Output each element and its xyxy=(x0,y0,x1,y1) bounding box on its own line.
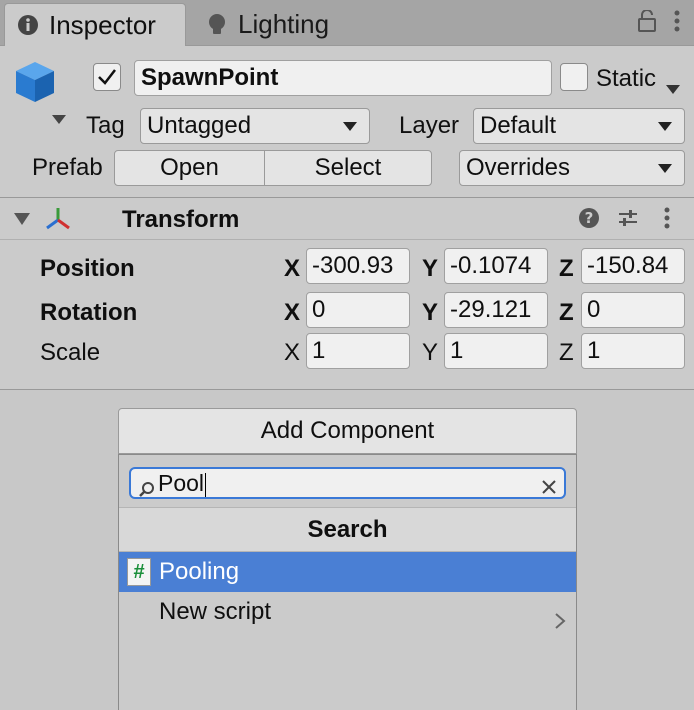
position-y-axis[interactable]: Y xyxy=(422,255,438,283)
tab-inspector[interactable]: Inspector xyxy=(4,3,186,46)
rotation-z-field[interactable]: 0 xyxy=(581,292,685,328)
tag-dropdown[interactable]: Untagged xyxy=(140,108,370,144)
gameobject-cube-icon[interactable] xyxy=(14,60,56,111)
text-caret xyxy=(205,472,207,497)
tab-bar: Inspector Lighting xyxy=(0,0,694,46)
static-checkbox[interactable] xyxy=(560,63,588,91)
component-menu-icon[interactable] xyxy=(664,207,670,236)
checkmark-icon xyxy=(98,69,116,85)
rotation-y-axis[interactable]: Y xyxy=(422,299,438,327)
search-icon xyxy=(139,476,155,504)
tab-inspector-label: Inspector xyxy=(49,9,156,40)
static-dropdown-icon[interactable] xyxy=(666,74,680,102)
prefab-label: Prefab xyxy=(32,154,103,181)
transform-body: Position X -300.93 Y -0.1074 Z -150.84 R… xyxy=(0,240,694,390)
transform-component-header[interactable]: Transform ? xyxy=(0,198,694,240)
prefab-open-button[interactable]: Open xyxy=(114,150,265,186)
position-z-axis[interactable]: Z xyxy=(559,255,574,283)
position-z-field[interactable]: -150.84 xyxy=(581,248,685,284)
add-component-button[interactable]: Add Component xyxy=(118,408,577,454)
presets-sliders-icon[interactable] xyxy=(617,207,639,236)
result-label: New script xyxy=(159,598,272,625)
rotation-x-field[interactable]: 0 xyxy=(306,292,410,328)
layer-label: Layer xyxy=(399,112,460,139)
chevron-down-icon xyxy=(343,122,357,131)
rotation-z-axis[interactable]: Z xyxy=(559,299,574,327)
position-x-axis[interactable]: X xyxy=(284,255,300,283)
tab-lighting[interactable]: Lighting xyxy=(200,3,360,46)
tab-lighting-label: Lighting xyxy=(238,9,330,39)
help-icon[interactable]: ? xyxy=(578,207,600,236)
search-section-title: Search xyxy=(119,507,576,552)
lock-icon[interactable] xyxy=(638,9,656,39)
transform-title: Transform xyxy=(122,206,240,233)
scale-z-axis[interactable]: Z xyxy=(559,339,574,367)
scale-y-axis[interactable]: Y xyxy=(422,339,438,367)
result-item-new-script[interactable]: New script xyxy=(119,592,576,632)
layer-value: Default xyxy=(480,112,557,139)
scale-x-field[interactable]: 1 xyxy=(306,333,410,369)
bulb-icon xyxy=(206,13,228,36)
result-item-pooling[interactable]: # Pooling xyxy=(119,552,576,592)
active-toggle[interactable] xyxy=(93,63,121,91)
overrides-label: Overrides xyxy=(466,154,571,181)
clear-search-icon[interactable] xyxy=(541,474,557,502)
rotation-label: Rotation xyxy=(40,299,138,326)
tag-value: Untagged xyxy=(147,112,252,139)
position-y-field[interactable]: -0.1074 xyxy=(444,248,548,284)
component-search-input[interactable]: Pool xyxy=(129,467,566,499)
svg-text:?: ? xyxy=(585,209,594,227)
search-value: Pool xyxy=(158,470,205,496)
prefab-overrides-dropdown[interactable]: Overrides xyxy=(459,150,685,186)
tag-label: Tag xyxy=(86,112,125,139)
icon-dropdown-caret-icon[interactable] xyxy=(52,104,66,132)
gameobject-name-input[interactable]: SpawnPoint xyxy=(134,60,552,96)
info-icon xyxy=(17,14,39,36)
transform-axes-icon xyxy=(44,206,72,239)
prefab-select-button[interactable]: Select xyxy=(264,150,432,186)
foldout-arrow-icon[interactable] xyxy=(14,213,30,225)
script-icon: # xyxy=(127,558,151,586)
position-label: Position xyxy=(40,255,135,282)
result-label: Pooling xyxy=(159,558,240,585)
rotation-x-axis[interactable]: X xyxy=(284,299,300,327)
add-component-popup: Pool Search # Pooling New script xyxy=(118,454,577,710)
rotation-y-field[interactable]: -29.121 xyxy=(444,292,548,328)
scale-y-field[interactable]: 1 xyxy=(444,333,548,369)
kebab-menu-icon[interactable] xyxy=(674,10,680,39)
gameobject-header: SpawnPoint Static Tag Untagged Layer Def… xyxy=(0,46,694,198)
scale-z-field[interactable]: 1 xyxy=(581,333,685,369)
layer-dropdown[interactable]: Default xyxy=(473,108,685,144)
chevron-down-icon xyxy=(658,164,672,173)
chevron-right-icon xyxy=(554,603,566,643)
scale-x-axis[interactable]: X xyxy=(284,339,300,367)
static-label: Static xyxy=(596,65,657,92)
position-x-field[interactable]: -300.93 xyxy=(306,248,410,284)
scale-label: Scale xyxy=(40,339,101,366)
chevron-down-icon xyxy=(658,122,672,131)
